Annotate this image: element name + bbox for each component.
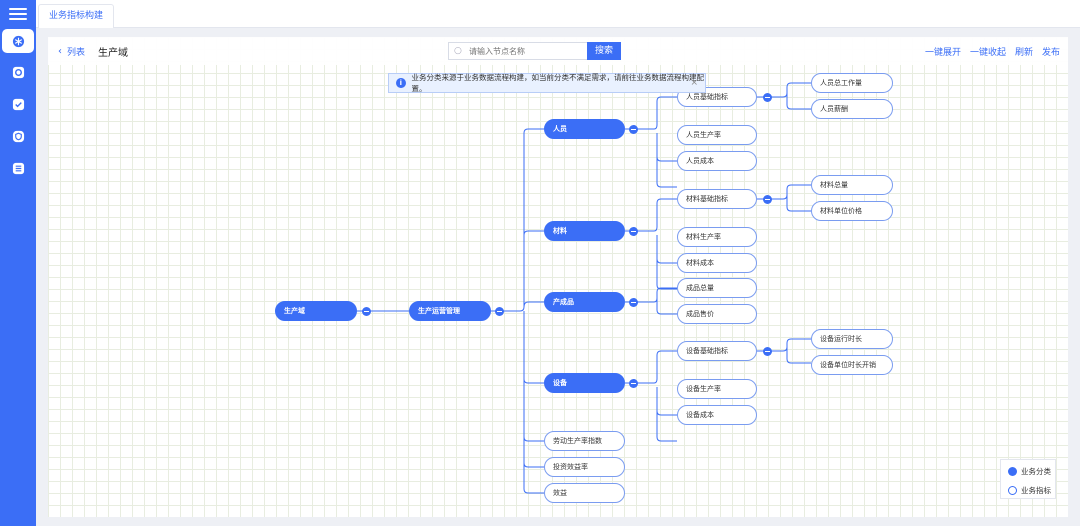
node-indicator[interactable]: 材料单位价格 <box>811 201 893 221</box>
legend-item-category: 业务分类 <box>1008 463 1055 479</box>
legend-label: 业务分类 <box>1021 466 1051 476</box>
info-banner: i 业务分类来源于业务数据流程构建，如当前分类不满足需求，请前往业务数据流程构建… <box>388 73 706 93</box>
sidebar-item-database[interactable] <box>0 156 36 180</box>
expand-all-button[interactable]: 一键展开 <box>925 45 961 58</box>
collapse-toggle[interactable] <box>495 307 504 316</box>
collapse-toggle[interactable] <box>763 195 772 204</box>
snowflake-icon <box>12 35 24 47</box>
node-indicator[interactable]: 材料成本 <box>677 253 757 273</box>
collapse-toggle[interactable] <box>629 125 638 134</box>
legend: 业务分类 业务指标 <box>1000 459 1056 499</box>
node-indicator[interactable]: 效益 <box>544 483 625 503</box>
node-indicator[interactable]: 材料总量 <box>811 175 893 195</box>
pie-chart-icon <box>12 66 24 78</box>
node-indicator[interactable]: 设备运行时长 <box>811 329 893 349</box>
legend-item-indicator: 业务指标 <box>1008 482 1055 498</box>
page-title: 生产域 <box>98 48 128 59</box>
back-label: 列表 <box>67 48 86 58</box>
sidebar-item-chart[interactable] <box>0 60 36 84</box>
node-indicator[interactable]: 设备单位时长开销 <box>811 355 893 375</box>
database-icon <box>12 162 24 174</box>
node-indicator[interactable]: 设备成本 <box>677 405 757 425</box>
filled-circle-icon <box>1008 466 1017 476</box>
collapse-toggle[interactable] <box>362 307 371 316</box>
collapse-all-button[interactable]: 一键收起 <box>970 45 1006 58</box>
collapse-toggle[interactable] <box>629 227 638 236</box>
node-indicator-base[interactable]: 材料基础指标 <box>677 189 757 209</box>
node-category-people[interactable]: 人员 <box>544 119 625 139</box>
node-indicator[interactable]: 成品总量 <box>677 278 757 298</box>
app-root: 业务指标构建 生产域 生产运营管理 人员 材料 产成品 设备 劳动生产率指数 投… <box>0 0 1080 526</box>
node-indicator-base[interactable]: 设备基础指标 <box>677 341 757 361</box>
checklist-icon <box>12 98 24 110</box>
node-indicator[interactable]: 材料生产率 <box>677 227 757 247</box>
node-indicator[interactable]: 人员成本 <box>677 151 757 171</box>
node-indicator[interactable]: 劳动生产率指数 <box>544 431 625 451</box>
info-banner-text: 业务分类来源于业务数据流程构建，如当前分类不满足需求，请前往业务数据流程构建配置… <box>411 73 705 93</box>
search-box: ○ <box>448 42 588 60</box>
tab-business-indicator[interactable]: 业务指标构建 <box>38 4 115 28</box>
refresh-button[interactable]: 刷新 <box>1015 45 1033 58</box>
search-button[interactable]: 搜索 <box>587 42 621 60</box>
collapse-toggle[interactable] <box>629 379 638 388</box>
node-indicator[interactable]: 成品售价 <box>677 304 757 324</box>
node-indicator[interactable]: 人员总工作量 <box>811 73 893 93</box>
node-indicator[interactable]: 设备生产率 <box>677 379 757 399</box>
chevron-left-icon: ‹ <box>58 46 62 57</box>
node-category-equipment[interactable]: 设备 <box>544 373 625 393</box>
collapse-toggle[interactable] <box>763 347 772 356</box>
node-category-product[interactable]: 产成品 <box>544 292 625 312</box>
canvas-panel: 生产域 生产运营管理 人员 材料 产成品 设备 劳动生产率指数 投资效益率 效益… <box>48 37 1068 517</box>
node-indicator[interactable]: 人员生产率 <box>677 125 757 145</box>
collapse-toggle[interactable] <box>629 298 638 307</box>
hollow-circle-icon <box>1008 485 1017 495</box>
node-level1[interactable]: 生产运营管理 <box>409 301 491 321</box>
sidebar <box>0 0 36 526</box>
publish-button[interactable]: 发布 <box>1042 45 1060 58</box>
node-indicator[interactable]: 人员薪酬 <box>811 99 893 119</box>
sidebar-item-mindmap[interactable] <box>2 29 34 53</box>
shield-icon <box>12 130 24 142</box>
toolbar-actions: 一键展开 一键收起 刷新 发布 <box>925 45 1060 58</box>
search-icon: ○ <box>454 46 462 56</box>
legend-label: 业务指标 <box>1021 485 1051 495</box>
sidebar-item-tasks[interactable] <box>0 92 36 116</box>
node-indicator[interactable]: 投资效益率 <box>544 457 625 477</box>
collapse-toggle[interactable] <box>763 93 772 102</box>
node-category-material[interactable]: 材料 <box>544 221 625 241</box>
search-input[interactable] <box>469 46 579 56</box>
menu-icon[interactable] <box>9 8 27 22</box>
panel-header: ‹ 列表 生产域 ○ 搜索 一键展开 一键收起 刷新 发布 <box>48 37 1068 65</box>
info-icon: i <box>396 78 406 88</box>
back-link[interactable]: ‹ 列表 <box>58 45 85 58</box>
close-icon[interactable]: × <box>690 78 698 88</box>
node-root[interactable]: 生产域 <box>275 301 357 321</box>
sidebar-item-security[interactable] <box>0 124 36 148</box>
tab-bar: 业务指标构建 <box>36 0 1080 28</box>
